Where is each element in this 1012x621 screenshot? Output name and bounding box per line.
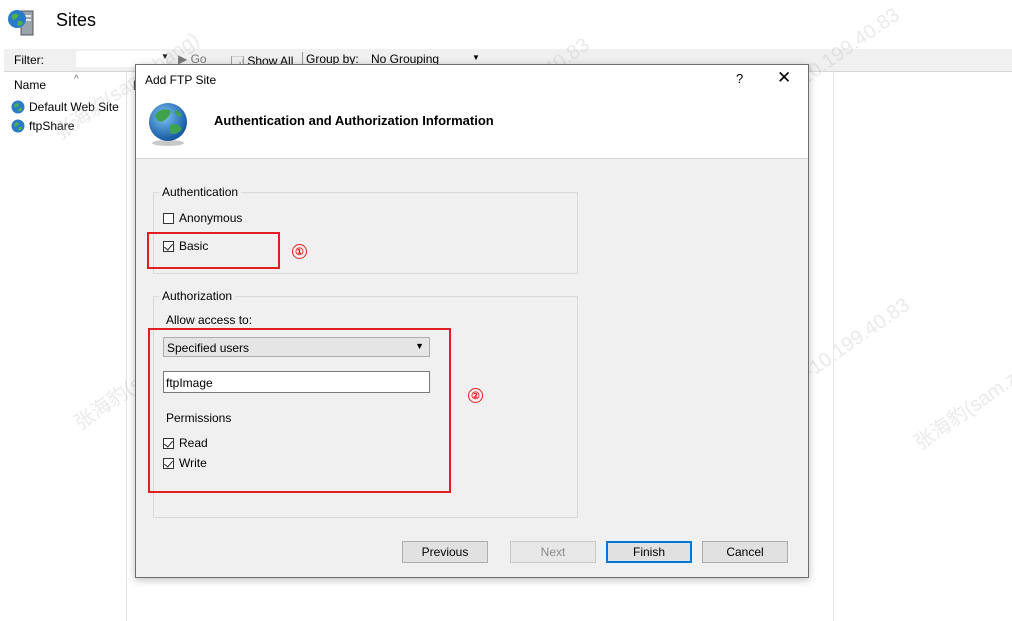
filter-dropdown-icon[interactable]: ▼ — [161, 52, 169, 61]
close-icon[interactable]: ✕ — [777, 68, 791, 88]
list-item[interactable]: ftpShare — [11, 117, 74, 135]
annotation-box-2 — [148, 328, 451, 493]
add-ftp-site-dialog: Add FTP Site ? ✕ Authentication and Auth… — [135, 64, 809, 578]
group-by-dropdown-icon[interactable]: ▼ — [472, 53, 480, 62]
page-heading: Authentication and Authorization Informa… — [214, 113, 494, 128]
dialog-header: Add FTP Site ? ✕ Authentication and Auth… — [136, 65, 808, 159]
window-title: Sites — [56, 10, 97, 30]
dialog-title: Add FTP Site — [145, 73, 217, 87]
site-name: ftpShare — [29, 119, 75, 133]
title-bar: Sites — [0, 0, 1012, 44]
annotation-marker-1: ① — [292, 244, 307, 259]
globe-icon — [11, 119, 25, 133]
globe-icon — [149, 103, 187, 146]
sites-list: Name ^ | Default Web Site ftpShare — [4, 72, 136, 621]
filter-label: Filter: — [14, 53, 44, 67]
site-name: Default Web Site — [29, 100, 119, 114]
authentication-group-title: Authentication — [159, 185, 242, 199]
next-button[interactable]: Next — [510, 541, 596, 563]
finish-button[interactable]: Finish — [606, 541, 692, 563]
anonymous-checkbox-box[interactable] — [163, 212, 174, 224]
column-header-name[interactable]: Name ^ — [14, 74, 79, 92]
list-item[interactable]: Default Web Site — [11, 98, 119, 116]
server-globe-icon — [8, 10, 34, 36]
anonymous-label: Anonymous — [179, 211, 243, 225]
anonymous-checkbox[interactable]: Anonymous — [163, 211, 242, 225]
help-icon[interactable]: ? — [736, 71, 743, 86]
watermark-line: 张海豹(sam.zhang) — [910, 338, 1012, 455]
cancel-button[interactable]: Cancel — [702, 541, 788, 563]
annotation-marker-2: ② — [468, 388, 483, 403]
previous-button[interactable]: Previous — [402, 541, 488, 563]
column-divider — [833, 72, 834, 621]
globe-icon — [11, 100, 25, 114]
allow-access-label: Allow access to: — [166, 313, 253, 327]
watermark: 张海豹(sam.zhang) — [907, 334, 1012, 456]
annotation-box-1 — [147, 232, 280, 269]
column-header-name-label: Name — [14, 78, 47, 92]
sort-up-icon: ^ — [74, 74, 79, 85]
authorization-group-title: Authorization — [159, 289, 236, 303]
